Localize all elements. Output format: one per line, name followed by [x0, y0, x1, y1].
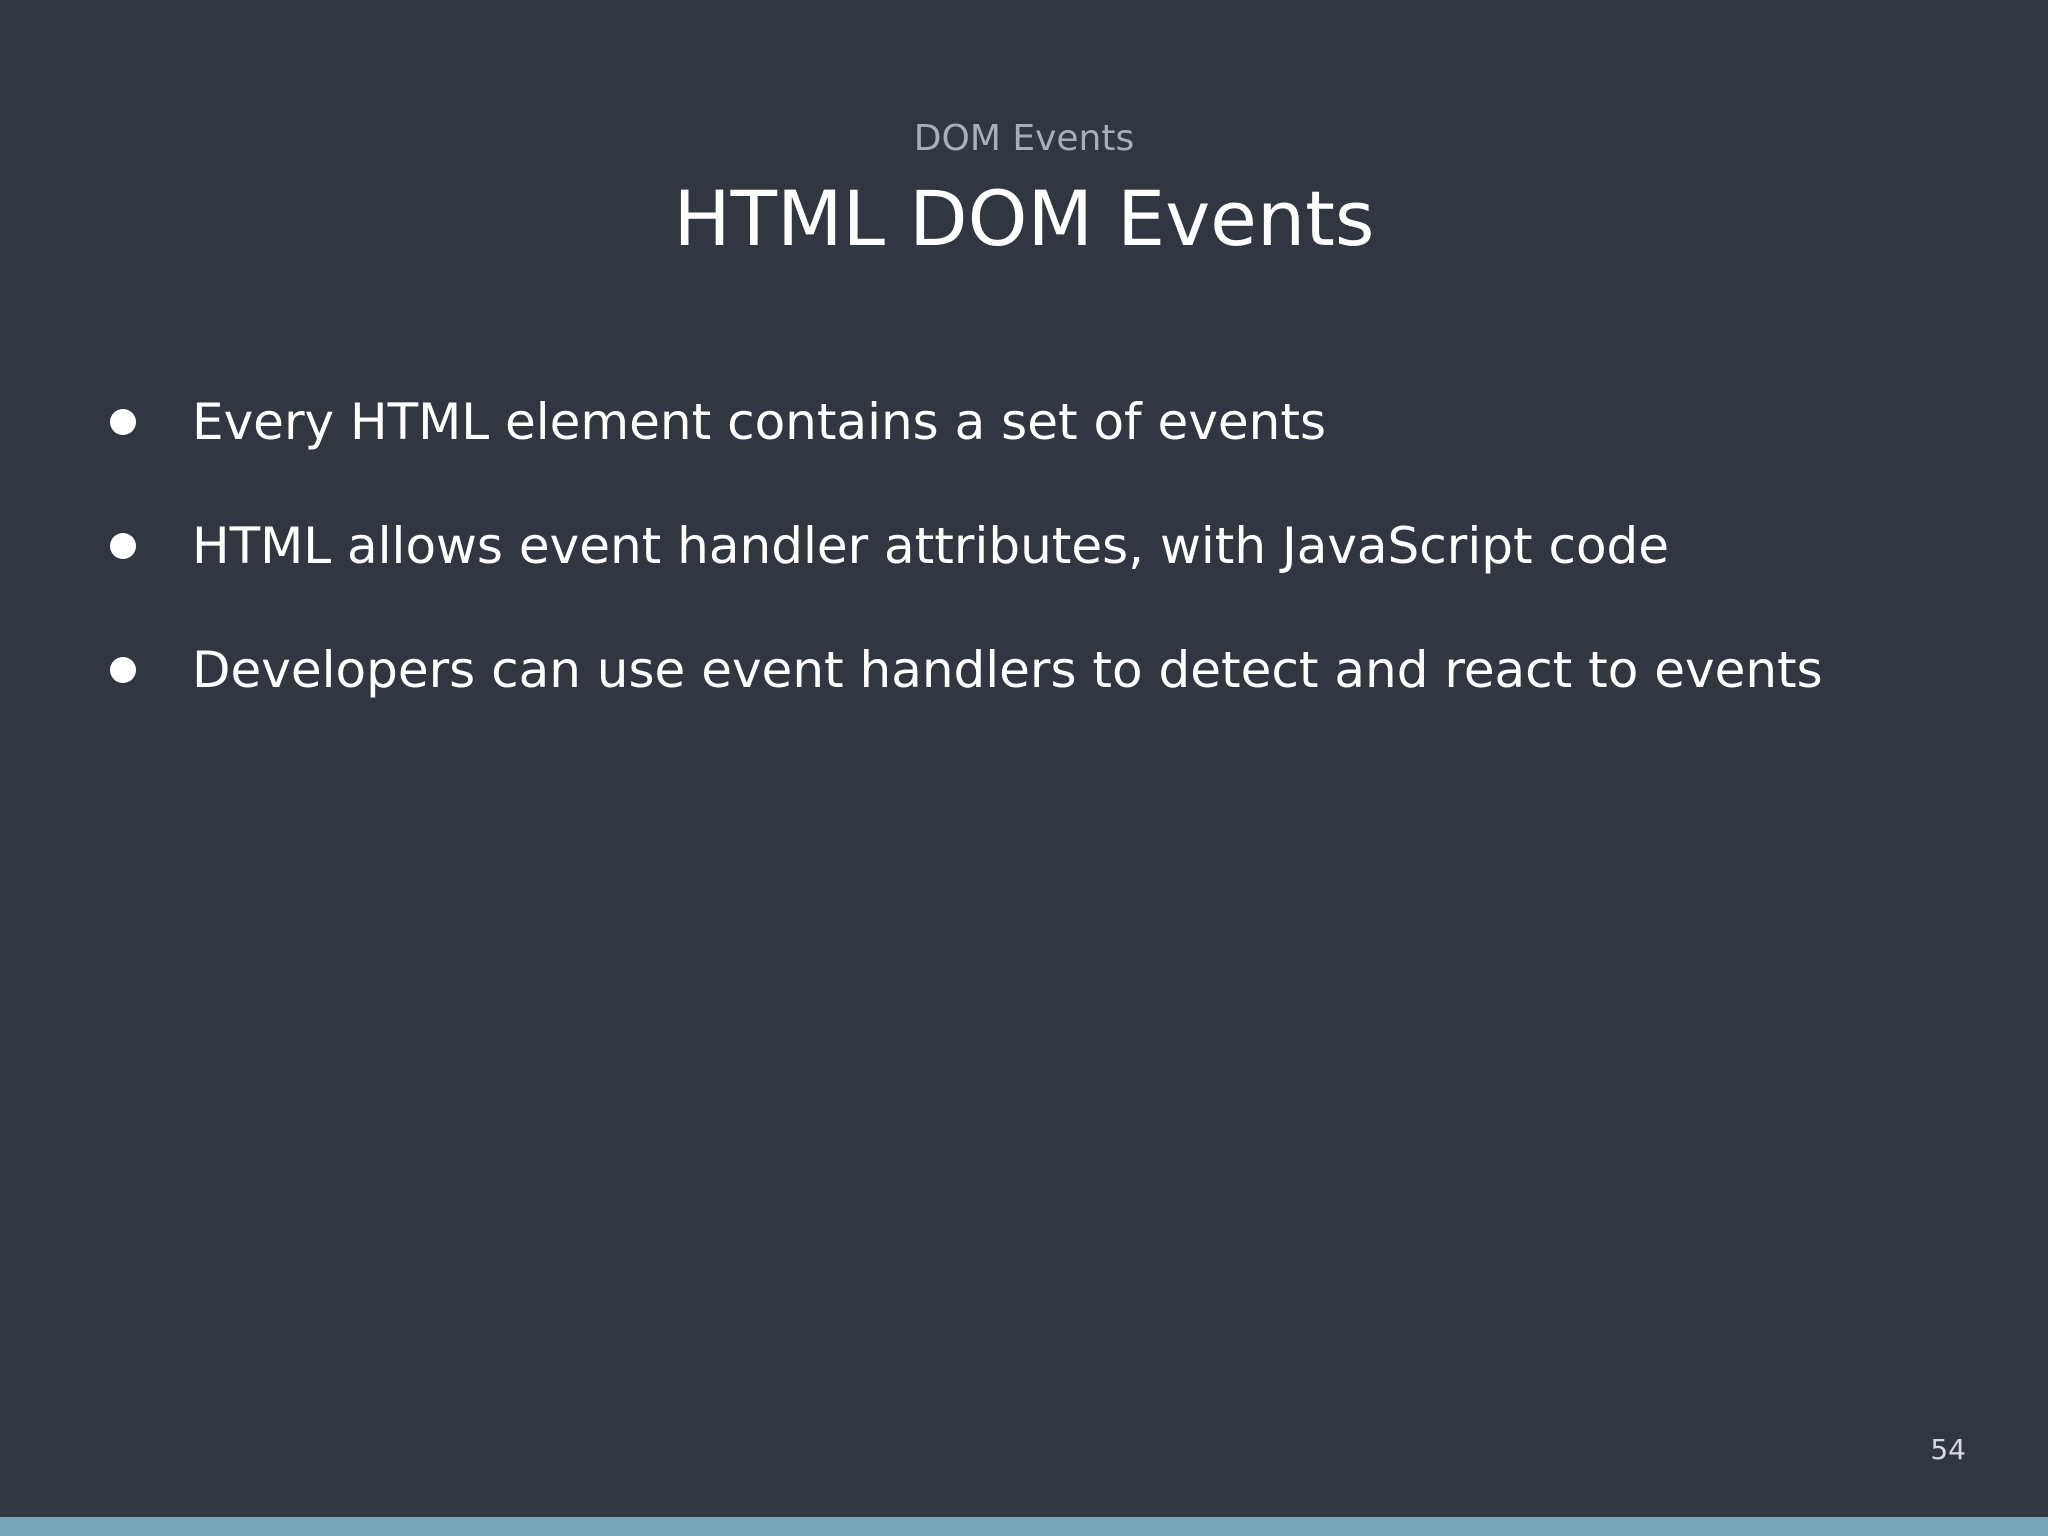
bullet-item-1: Every HTML element contains a set of eve…: [110, 360, 1823, 484]
bullet-dot-icon: [110, 533, 136, 559]
slide-title: HTML DOM Events: [673, 174, 1375, 263]
bullet-dot-icon: [110, 657, 136, 683]
page-number: 54: [1930, 1433, 1966, 1466]
bullet-list: Every HTML element contains a set of eve…: [110, 360, 1823, 732]
bullet-item-3: Developers can use event handlers to det…: [110, 608, 1823, 732]
bullet-text: HTML allows event handler attributes, wi…: [192, 517, 1670, 575]
bullet-text: Every HTML element contains a set of eve…: [192, 393, 1327, 451]
bullet-text: Developers can use event handlers to det…: [192, 641, 1823, 699]
bottom-accent-bar: [0, 1517, 2048, 1536]
bullet-dot-icon: [110, 409, 136, 435]
slide-subtitle: DOM Events: [913, 118, 1135, 159]
presentation-slide: DOM Events HTML DOM Events Every HTML el…: [0, 0, 2048, 1536]
bullet-item-2: HTML allows event handler attributes, wi…: [110, 484, 1823, 608]
